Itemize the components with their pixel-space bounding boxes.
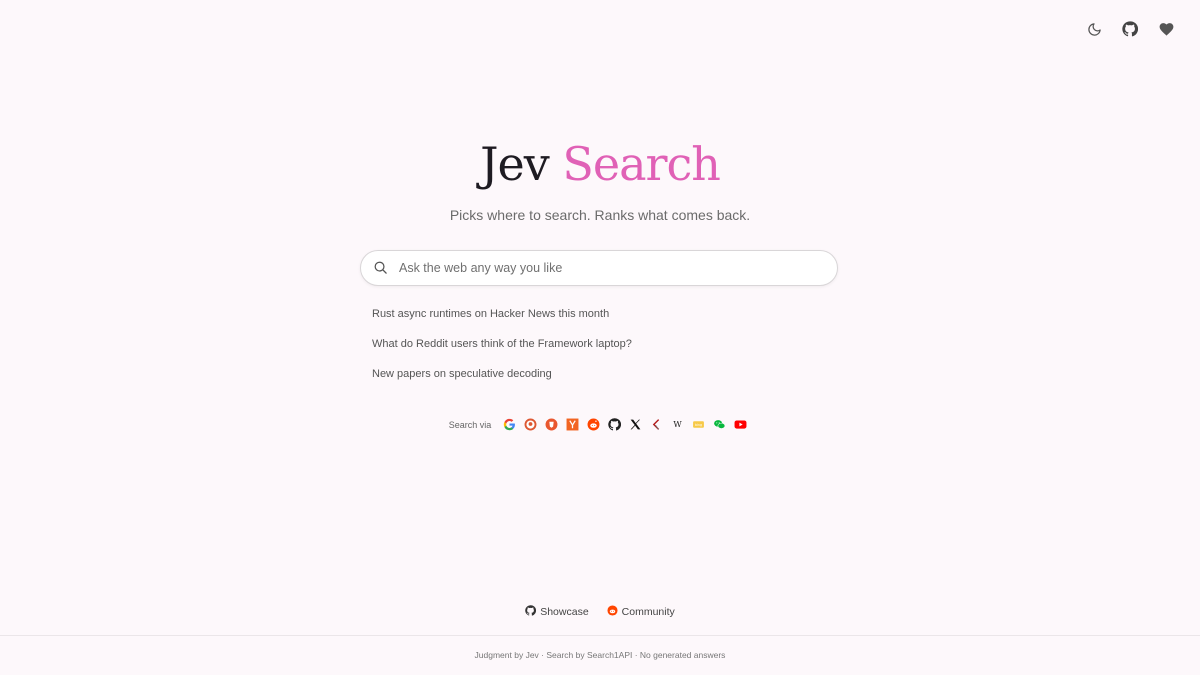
community-label: Community: [621, 606, 675, 618]
reddit-icon: [607, 605, 618, 619]
suggestion-item[interactable]: New papers on speculative decoding: [372, 364, 632, 394]
footer-divider: [0, 635, 1200, 636]
search-via-label: Search via: [448, 419, 492, 430]
moon-icon[interactable]: [1084, 17, 1104, 41]
github-icon: [525, 605, 537, 619]
suggestion-item[interactable]: What do Reddit users think of the Framew…: [372, 334, 632, 364]
tagline: Picks where to search. Ranks what comes …: [449, 207, 751, 223]
heart-icon[interactable]: [1156, 17, 1176, 41]
hacker-news-icon[interactable]: [566, 418, 579, 431]
search-box[interactable]: [360, 250, 838, 286]
search-input[interactable]: [397, 260, 821, 276]
title-brand: Jev: [480, 137, 550, 191]
reddit-icon[interactable]: [587, 418, 600, 431]
showcase-link[interactable]: Showcase: [525, 605, 589, 619]
suggestion-list: Rust async runtimes on Hacker News this …: [372, 304, 632, 394]
suggestion-item[interactable]: Rust async runtimes on Hacker News this …: [372, 304, 632, 334]
wikipedia-icon[interactable]: W: [671, 418, 684, 431]
bing-icon[interactable]: bing: [692, 418, 705, 431]
google-icon[interactable]: [503, 418, 516, 431]
wechat-icon[interactable]: [713, 418, 726, 431]
arxiv-icon[interactable]: [650, 418, 663, 431]
title-product: Search: [562, 137, 721, 191]
showcase-label: Showcase: [540, 606, 589, 618]
page-title: Jev Search: [0, 132, 1200, 196]
page: Jev Search Picks where to search. Ranks …: [0, 0, 1200, 675]
top-actions: [1084, 17, 1176, 41]
x-icon[interactable]: [629, 418, 642, 431]
svg-text:bing: bing: [695, 423, 702, 427]
community-link[interactable]: Community: [607, 605, 675, 619]
svg-text:W: W: [674, 419, 683, 429]
footer-links: Showcase Community: [0, 605, 1200, 619]
github-icon[interactable]: [1120, 17, 1140, 41]
github-icon[interactable]: [608, 418, 622, 431]
search-via: Search via W bing: [0, 418, 1200, 431]
youtube-icon[interactable]: [734, 418, 747, 431]
search-icon: [373, 260, 389, 276]
footer-credits: Judgment by Jev · Search by Search1API ·…: [474, 650, 726, 660]
brave-icon[interactable]: [545, 418, 558, 431]
duckduckgo-icon[interactable]: [524, 418, 537, 431]
